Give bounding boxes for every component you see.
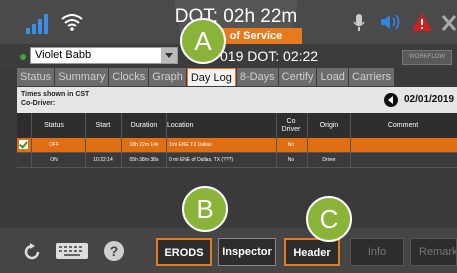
tab-status[interactable]: Status <box>17 68 55 86</box>
inspector-button[interactable]: Inspector <box>218 238 276 266</box>
log-info-bar: Times shown in CST Co-Driver: 02/01/2019 <box>17 87 457 113</box>
column-header-origin: Origin <box>319 121 339 129</box>
remarks-button[interactable]: Remarks <box>410 238 457 266</box>
row-duration: 05h 38m 38s <box>129 157 159 163</box>
row-location: 0 mi ENE of Dallas, TX (???) <box>169 157 234 163</box>
column-header-location: Location <box>167 121 194 129</box>
close-icon[interactable] <box>441 14 457 32</box>
column-header-status: Status <box>44 121 64 129</box>
callout-c: C <box>306 196 352 242</box>
refresh-icon[interactable] <box>24 243 41 260</box>
column-divider <box>166 113 167 168</box>
row-status: ON <box>50 157 58 163</box>
tab-bar: Status Summary Clocks Graph Day Log 8-Da… <box>17 68 395 86</box>
previous-day-icon[interactable] <box>384 93 398 107</box>
tab-8-days[interactable]: 8-Days <box>236 68 278 86</box>
column-header-co-driver: Co Driver <box>281 117 301 133</box>
header-button[interactable]: Header <box>284 238 340 266</box>
column-divider <box>31 113 32 168</box>
tab-clocks[interactable]: Clocks <box>109 68 149 86</box>
log-date: 02/01/2019 <box>404 94 455 105</box>
info-button[interactable]: Info <box>350 238 404 266</box>
column-header-duration: Duration <box>130 121 158 129</box>
chevron-down-icon[interactable] <box>161 48 177 63</box>
column-divider <box>350 113 351 168</box>
driver-name: Violet Babb <box>35 49 92 61</box>
row-duration: 18h 22m 14s <box>129 142 159 148</box>
co-driver-label: Co-Driver: <box>21 100 56 107</box>
row-co-driver: No <box>287 142 295 148</box>
help-icon[interactable]: ? <box>104 241 124 261</box>
alert-icon[interactable] <box>411 12 433 32</box>
column-header-comment: Comment <box>387 121 419 129</box>
table-empty-area <box>17 168 457 228</box>
row-location: 1mi ENE TX Dallas <box>169 142 212 148</box>
timezone-label: Times shown in CST <box>21 91 90 98</box>
erods-button[interactable]: ERODS <box>156 238 212 266</box>
tab-carriers[interactable]: Carriers <box>348 68 395 86</box>
tab-certify[interactable]: Certify <box>278 68 317 86</box>
row-status: OFF <box>49 142 59 148</box>
row-co-driver: No <box>287 157 295 163</box>
keyboard-icon[interactable] <box>56 243 88 259</box>
online-status-dot <box>20 54 26 60</box>
callout-a: A <box>180 18 226 64</box>
dot-summary-text: 019 DOT: 02:22 <box>220 48 319 64</box>
table-header: Status Start Duration Location Co Driver… <box>17 113 457 138</box>
row-start: 10:22:14 <box>93 157 113 163</box>
workflow-button[interactable]: WORKFLOW <box>402 50 452 65</box>
column-divider <box>276 113 277 168</box>
row-origin: Driver <box>322 157 336 163</box>
tab-load[interactable]: Load <box>317 68 348 86</box>
table-row[interactable]: OFF 18h 22m 14s 1mi ENE TX Dallas No <box>17 138 457 153</box>
row-start <box>87 138 119 152</box>
signal-strength-icon <box>26 14 48 34</box>
microphone-icon[interactable] <box>353 14 365 32</box>
checkmark-icon[interactable] <box>19 140 28 149</box>
column-divider <box>121 113 122 168</box>
wifi-icon <box>61 14 83 31</box>
row-origin <box>309 138 349 152</box>
table-row[interactable]: ON 10:22:14 05h 38m 38s 0 mi ENE of Dall… <box>17 153 457 168</box>
speaker-icon[interactable] <box>380 13 402 31</box>
row-comment <box>353 153 453 167</box>
column-header-start: Start <box>95 121 111 129</box>
tab-day-log[interactable]: Day Log <box>186 68 236 86</box>
callout-b: B <box>182 186 228 232</box>
tab-graph[interactable]: Graph <box>149 68 186 86</box>
column-divider <box>85 113 86 168</box>
log-table-body: OFF 18h 22m 14s 1mi ENE TX Dallas No ON … <box>17 138 457 168</box>
driver-select[interactable]: Violet Babb <box>30 47 178 64</box>
tab-summary[interactable]: Summary <box>55 68 109 86</box>
column-divider <box>307 113 308 168</box>
row-comment <box>353 138 453 152</box>
